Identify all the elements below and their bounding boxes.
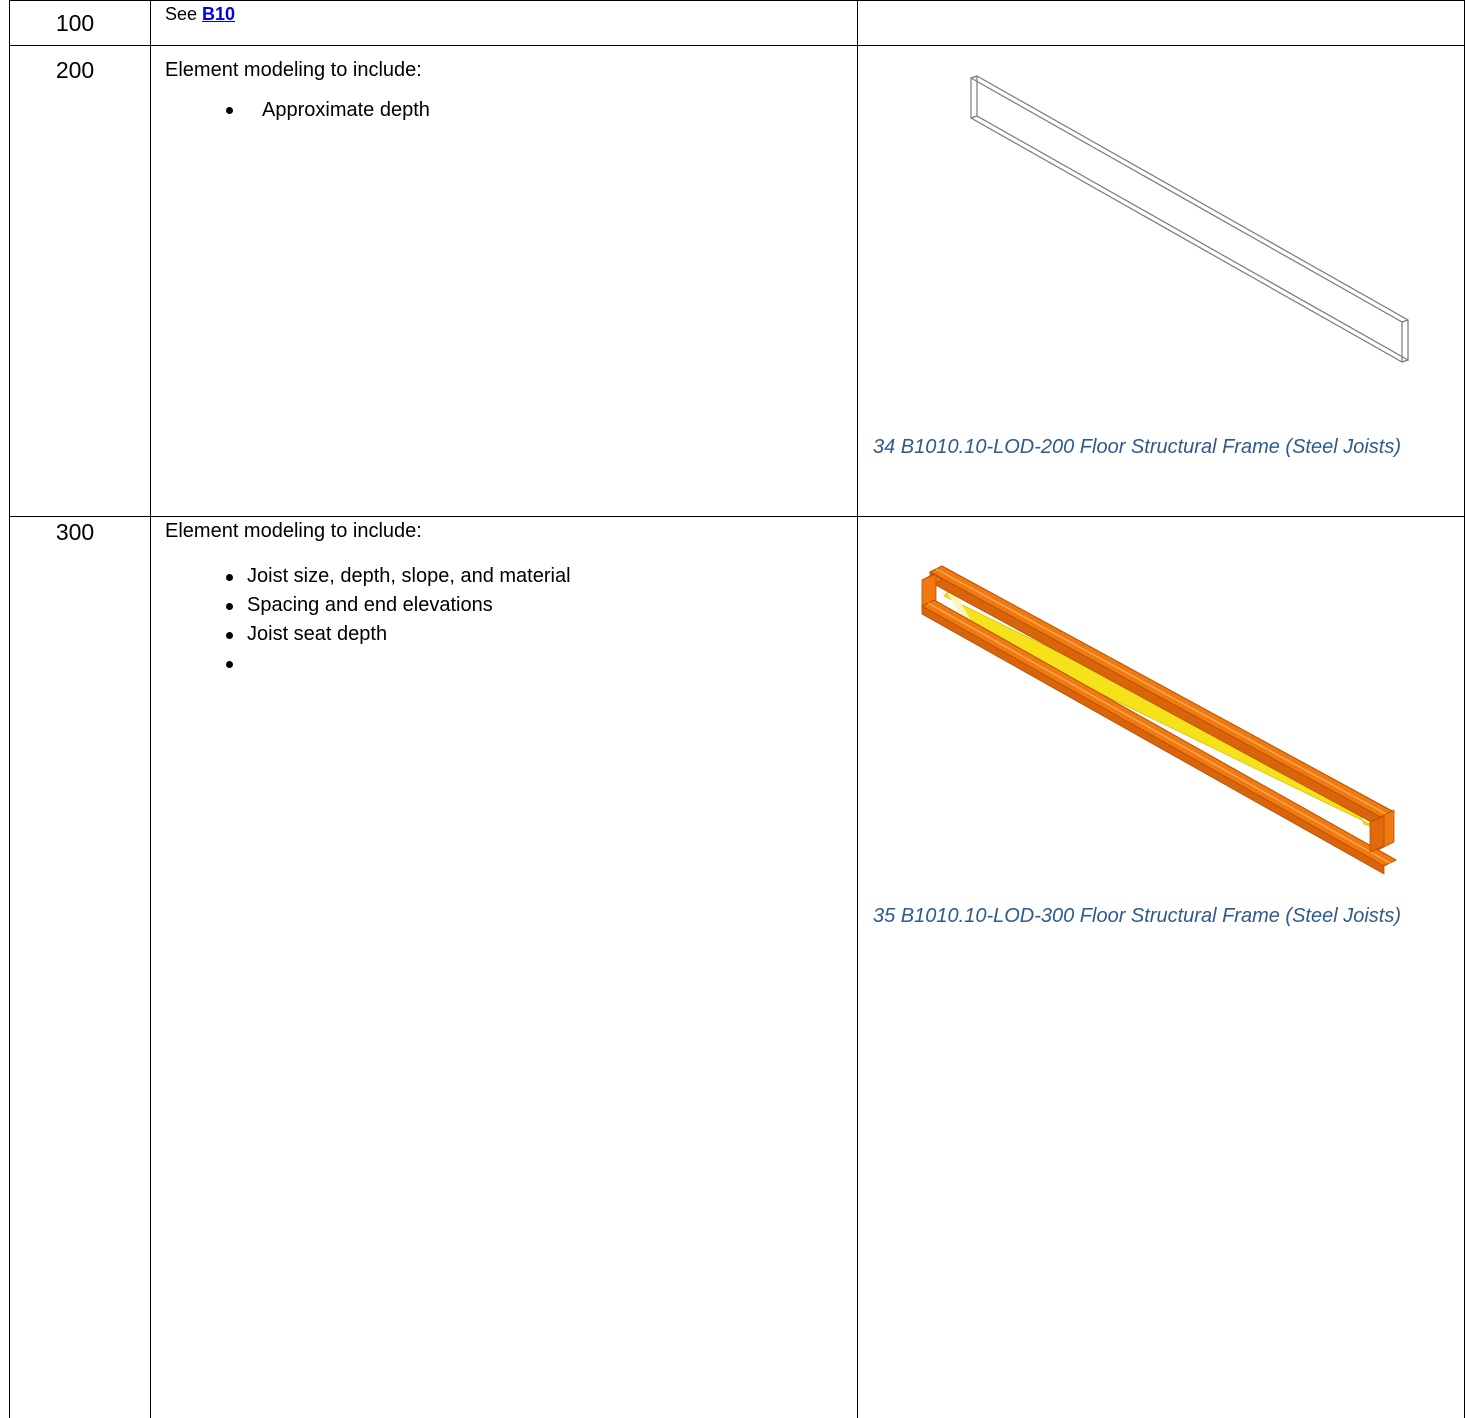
row-divider [9,516,1465,517]
row-divider [9,45,1465,46]
table-border-left [9,0,10,1418]
bullet-dot [226,107,233,114]
bullet-dot [226,603,233,610]
lod-300-intro: Element modeling to include: [165,520,422,542]
lod-300-caption: 35 B1010.10-LOD-300 Floor Structural Fra… [873,905,1401,927]
see-text: See [165,4,203,24]
bullet-dot [226,661,233,668]
b10-link[interactable]: B10 [202,4,235,24]
bullet-dot [226,632,233,639]
lod-300-bullet: Joist size, depth, slope, and material [247,565,571,587]
lod-200-intro: Element modeling to include: [165,59,422,81]
column-divider [150,0,151,1418]
table-border-top [9,0,1465,1]
lod-200-joist-diagram [970,74,1409,364]
lod-100-label: 100 [55,10,95,36]
bullet-dot [226,574,233,581]
lod-200-label: 200 [55,57,95,83]
lod-300-label: 300 [55,519,95,545]
lod-200-bullet: Approximate depth [262,99,430,121]
column-divider [857,0,858,1418]
lod-300-bullet: Spacing and end elevations [247,594,493,616]
lod-300-joist-diagram [920,565,1398,875]
lod-100-description: See B10 [165,4,235,25]
lod-300-bullet: Joist seat depth [247,623,388,645]
lod-200-caption: 34 B1010.10-LOD-200 Floor Structural Fra… [873,436,1401,458]
